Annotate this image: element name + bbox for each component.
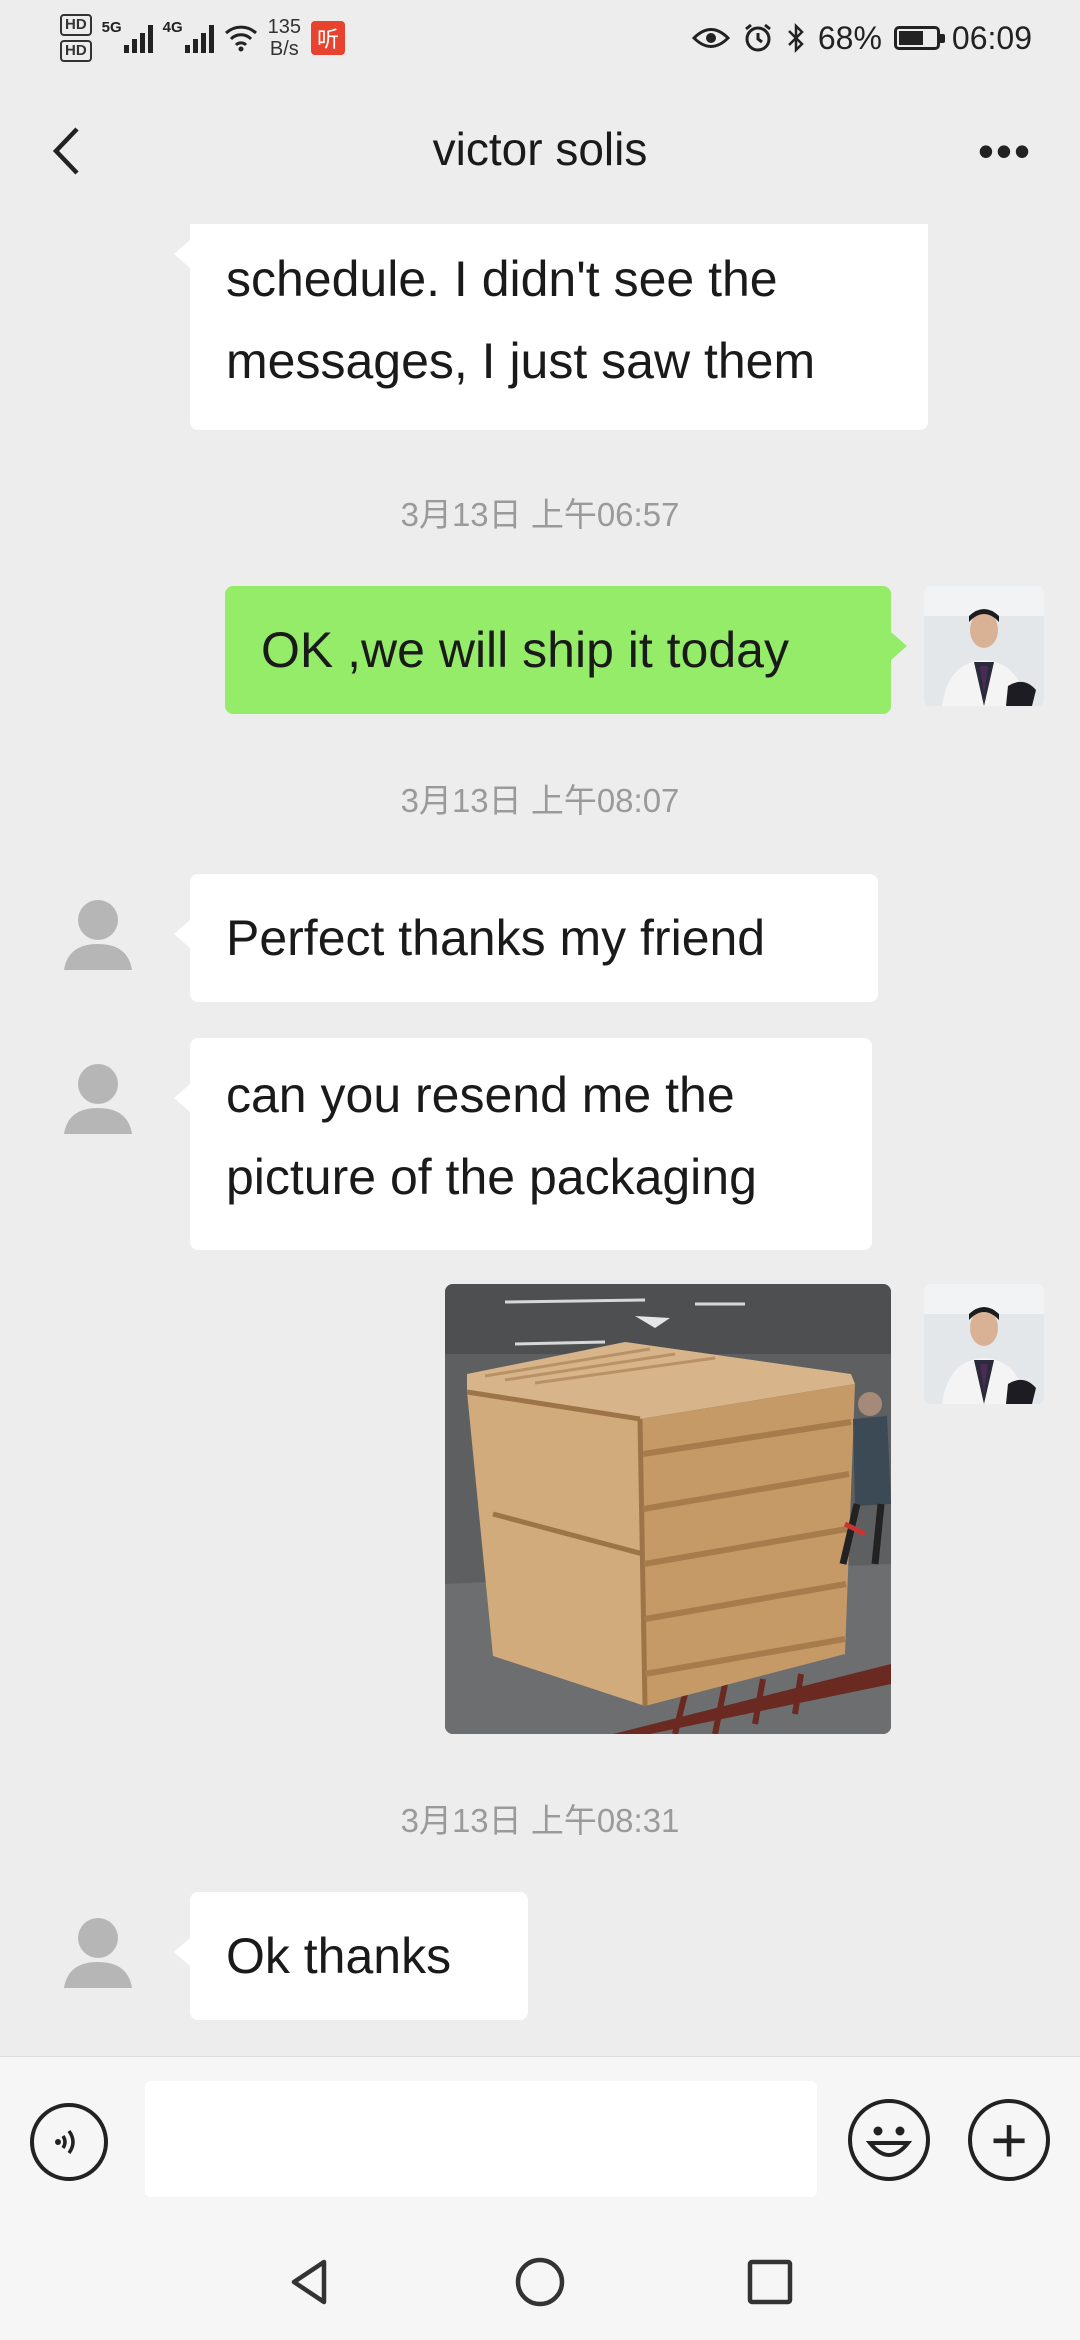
status-bar: HD HD 5G 4G 135 B/s 听 68% 06:09 bbox=[0, 0, 1080, 76]
battery-icon bbox=[893, 26, 945, 50]
message-list[interactable]: schedule. I didn't see the messages, I j… bbox=[0, 224, 1080, 2056]
status-left: HD HD 5G 4G 135 B/s 听 bbox=[60, 12, 346, 64]
more-actions-button[interactable]: + bbox=[968, 2099, 1050, 2181]
contact-avatar[interactable] bbox=[38, 1038, 158, 1158]
message-bubble-incoming[interactable]: schedule. I didn't see the messages, I j… bbox=[174, 224, 928, 430]
more-icon: ••• bbox=[977, 125, 1033, 177]
signal-5g-icon: 5G bbox=[102, 19, 153, 53]
signal-4g-label: 4G bbox=[162, 19, 183, 36]
square-recents-icon bbox=[747, 2259, 793, 2305]
message-bubble-outgoing[interactable]: OK ,we will ship it today bbox=[225, 586, 907, 714]
contact-avatar[interactable] bbox=[38, 1892, 158, 2012]
nav-back-button[interactable] bbox=[280, 2252, 340, 2312]
network-rate-value: 135 bbox=[267, 16, 302, 38]
timestamp: 3月13日 上午08:31 bbox=[400, 1802, 680, 1839]
nav-recents-button[interactable] bbox=[740, 2252, 800, 2312]
default-avatar-icon bbox=[38, 224, 158, 244]
hd-indicator: HD HD bbox=[60, 14, 92, 62]
signal-4g-icon: 4G bbox=[163, 19, 214, 53]
crate-photo bbox=[445, 1284, 891, 1734]
my-avatar[interactable] bbox=[924, 586, 1044, 706]
network-rate-unit: B/s bbox=[269, 38, 299, 60]
network-rate: 135 B/s bbox=[268, 16, 301, 60]
input-bar: + bbox=[0, 2056, 1080, 2225]
message-bubble-incoming[interactable]: can you resend me the picture of the pac… bbox=[174, 1038, 872, 1250]
nav-home-button[interactable] bbox=[510, 2252, 570, 2312]
triangle-back-icon bbox=[291, 2259, 327, 2305]
wifi-icon bbox=[224, 25, 257, 52]
emoji-icon bbox=[865, 2126, 913, 2157]
battery-fill bbox=[898, 31, 923, 45]
person-photo-icon bbox=[924, 1284, 1044, 1404]
person-photo-icon bbox=[924, 586, 1044, 706]
message-bubble-incoming[interactable]: Perfect thanks my friend bbox=[174, 874, 878, 1002]
my-avatar[interactable] bbox=[924, 1284, 1044, 1404]
message-line: schedule. I didn't see the bbox=[226, 251, 778, 307]
battery-percent: 68% bbox=[817, 19, 882, 56]
image-message[interactable] bbox=[445, 1284, 891, 1734]
eye-icon bbox=[691, 28, 730, 48]
voice-icon bbox=[55, 2129, 75, 2155]
message-text: schedule. I didn't see the messages, I j… bbox=[226, 238, 815, 402]
message-line: messages, I just saw them bbox=[226, 333, 816, 389]
message-line: can you resend me the bbox=[226, 1067, 735, 1123]
message-text: Ok thanks bbox=[226, 1928, 452, 1984]
message-text: OK ,we will ship it today bbox=[261, 622, 789, 678]
default-avatar-icon bbox=[64, 900, 132, 970]
message-bubble-incoming[interactable]: Ok thanks bbox=[174, 1892, 528, 2020]
message-text: Perfect thanks my friend bbox=[226, 910, 766, 966]
system-nav-bar bbox=[0, 2224, 1080, 2340]
chat-header: victor solis ••• bbox=[0, 76, 1080, 224]
hd-badge-2: HD bbox=[60, 40, 92, 62]
timestamp: 3月13日 上午08:07 bbox=[400, 782, 680, 819]
contact-avatar[interactable] bbox=[38, 874, 158, 994]
message-input[interactable] bbox=[145, 2081, 817, 2197]
emoji-button[interactable] bbox=[848, 2099, 930, 2181]
circle-home-icon bbox=[515, 2257, 565, 2307]
page-title: victor solis bbox=[432, 123, 648, 175]
alarm-icon bbox=[744, 23, 771, 52]
listen-app-icon: 听 bbox=[311, 21, 346, 55]
bluetooth-icon bbox=[787, 22, 804, 54]
default-avatar-icon bbox=[64, 1918, 132, 1988]
more-options-button[interactable]: ••• bbox=[970, 116, 1040, 186]
default-avatar-icon bbox=[64, 1064, 132, 1134]
status-right: 68% 06:09 bbox=[691, 12, 1032, 64]
hd-badge-1: HD bbox=[60, 14, 92, 36]
message-line: picture of the packaging bbox=[226, 1149, 757, 1205]
message-text: can you resend me the picture of the pac… bbox=[226, 1054, 757, 1218]
clock: 06:09 bbox=[951, 19, 1032, 56]
signal-5g-label: 5G bbox=[101, 19, 122, 36]
plus-icon: + bbox=[990, 2104, 1028, 2176]
timestamp: 3月13日 上午06:57 bbox=[400, 496, 680, 533]
contact-avatar[interactable] bbox=[38, 224, 158, 244]
voice-button[interactable] bbox=[30, 2103, 108, 2181]
